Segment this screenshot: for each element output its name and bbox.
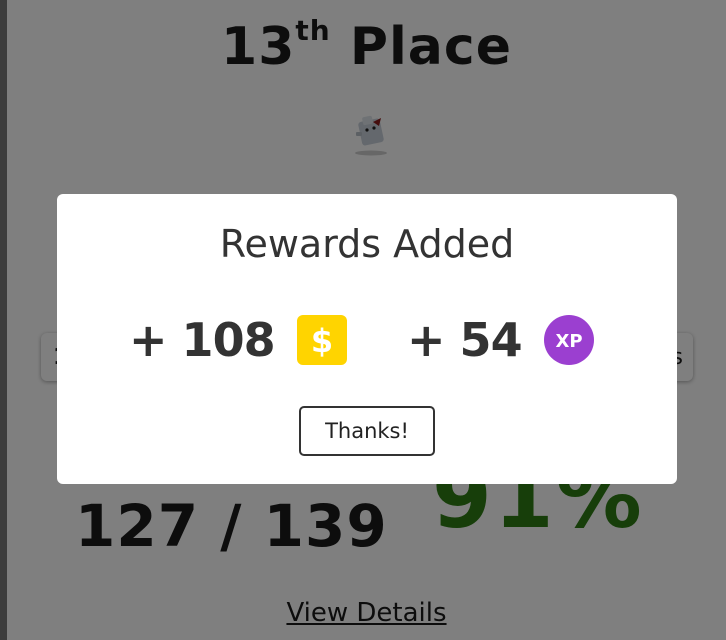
xp-badge-icon: XP bbox=[543, 315, 594, 365]
coins-amount: + 108 bbox=[129, 313, 276, 367]
xp-reward: + 54 XP bbox=[407, 312, 594, 368]
thanks-button[interactable]: Thanks! bbox=[299, 406, 435, 456]
xp-amount: + 54 bbox=[407, 313, 523, 367]
svg-text:$: $ bbox=[310, 322, 332, 360]
rewards-modal: Rewards Added + 108 $ + 54 XP Thanks! bbox=[57, 194, 677, 484]
svg-text:XP: XP bbox=[555, 331, 582, 352]
coins-reward: + 108 $ bbox=[129, 312, 347, 368]
dollar-coin-icon: $ bbox=[296, 315, 347, 365]
modal-title: Rewards Added bbox=[219, 222, 515, 266]
